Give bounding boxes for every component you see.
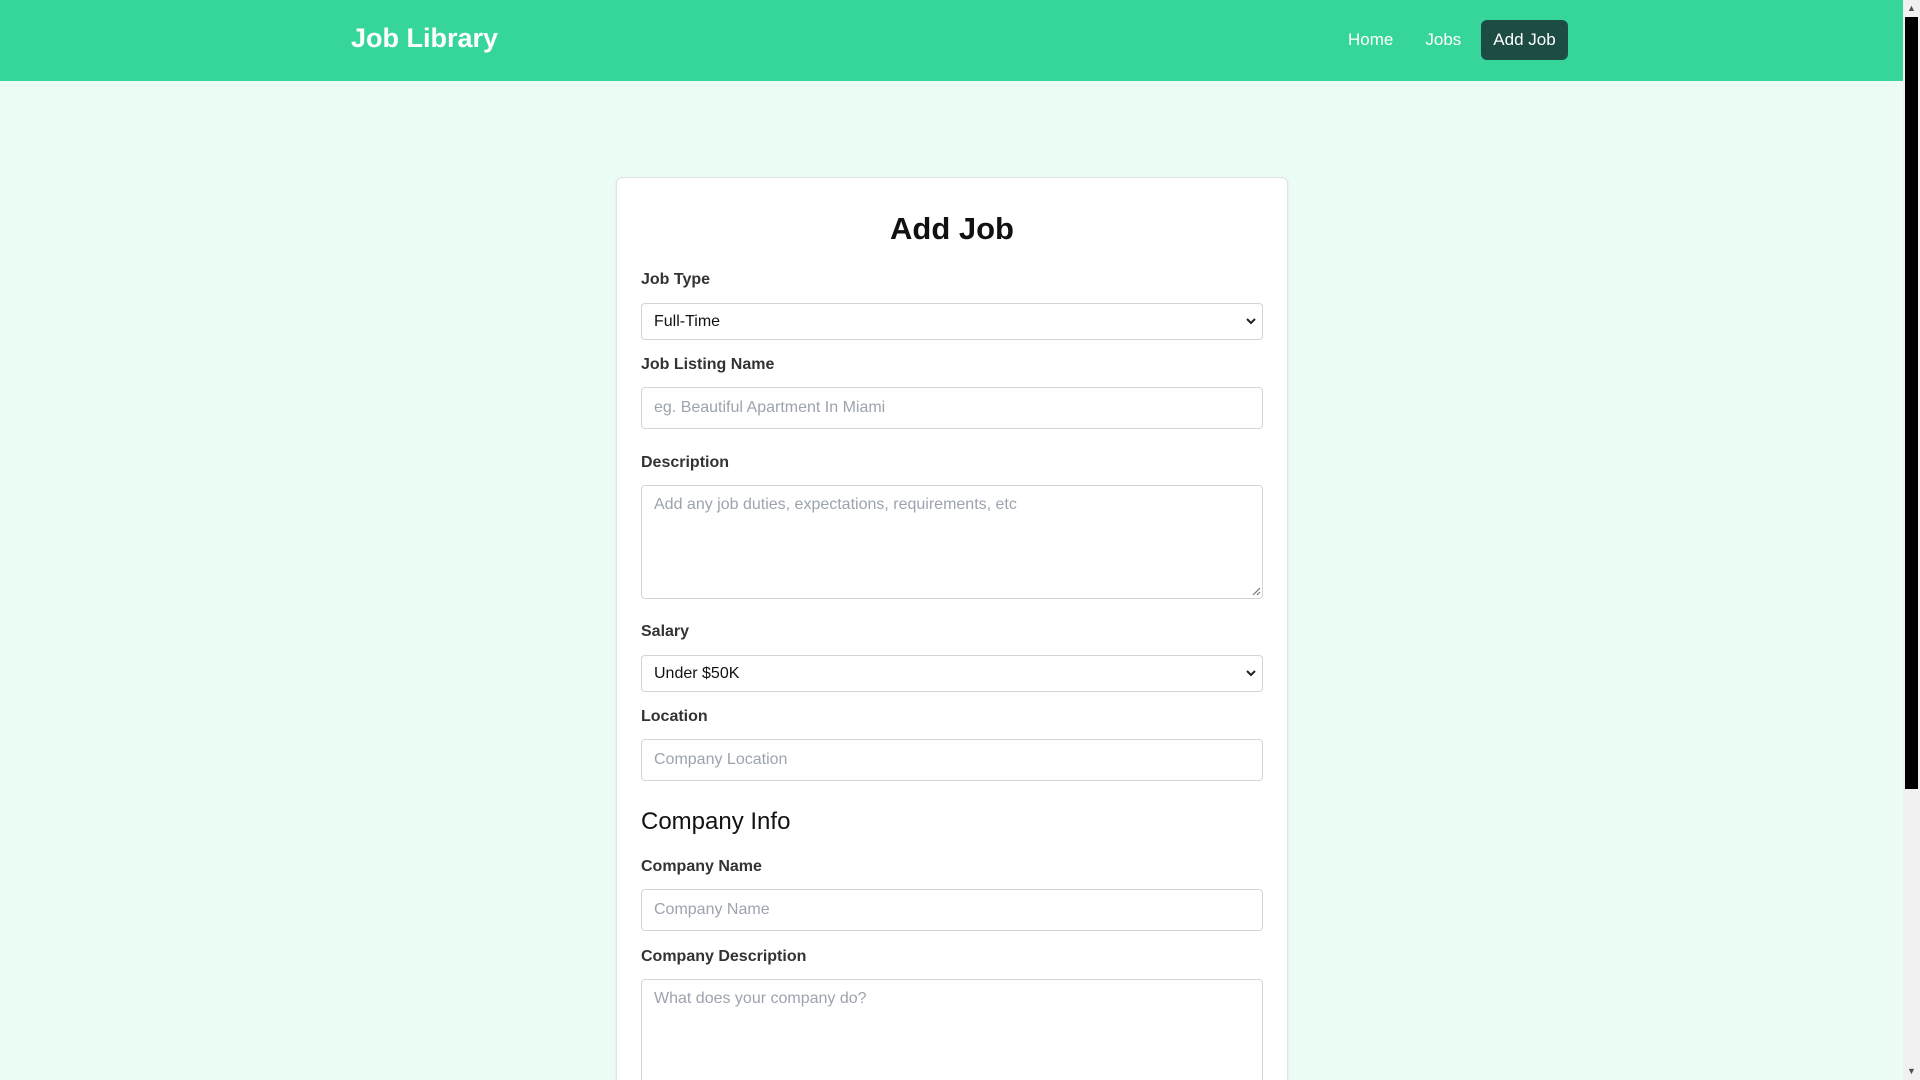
page-scrollbar[interactable]: ▲ ▼ <box>1903 0 1920 1080</box>
scroll-up-arrow-icon[interactable]: ▲ <box>1903 0 1920 17</box>
nav-link-add-job[interactable]: Add Job <box>1481 20 1568 60</box>
company-description-label: Company Description <box>641 948 807 965</box>
form-title: Add Job <box>890 211 1014 246</box>
add-job-form-card: Add Job Job Type Full-Time Job Listing N… <box>616 177 1288 1080</box>
company-name-label: Company Name <box>641 858 762 875</box>
description-textarea[interactable] <box>641 485 1263 599</box>
company-name-input[interactable] <box>641 889 1263 931</box>
nav-links: Home Jobs Add Job <box>1336 20 1576 60</box>
job-listing-name-label: Job Listing Name <box>641 356 775 373</box>
job-type-label: Job Type <box>641 271 711 288</box>
location-input[interactable] <box>641 739 1263 781</box>
company-description-textarea[interactable] <box>641 979 1263 1080</box>
salary-select[interactable]: Under $50K <box>641 655 1263 692</box>
location-label: Location <box>641 708 708 725</box>
job-type-select[interactable]: Full-Time <box>641 303 1263 340</box>
description-label: Description <box>641 454 730 471</box>
company-info-heading: Company Info <box>641 808 791 835</box>
nav-link-home[interactable]: Home <box>1336 20 1405 60</box>
brand-logo-text[interactable]: Job Library <box>351 23 498 54</box>
salary-label: Salary <box>641 623 690 640</box>
scroll-down-arrow-icon[interactable]: ▼ <box>1903 1063 1920 1080</box>
job-listing-name-input[interactable] <box>641 387 1263 429</box>
nav-link-jobs[interactable]: Jobs <box>1413 20 1473 60</box>
navbar: Job Library Home Jobs Add Job <box>0 0 1903 81</box>
scrollbar-thumb[interactable] <box>1905 17 1918 789</box>
